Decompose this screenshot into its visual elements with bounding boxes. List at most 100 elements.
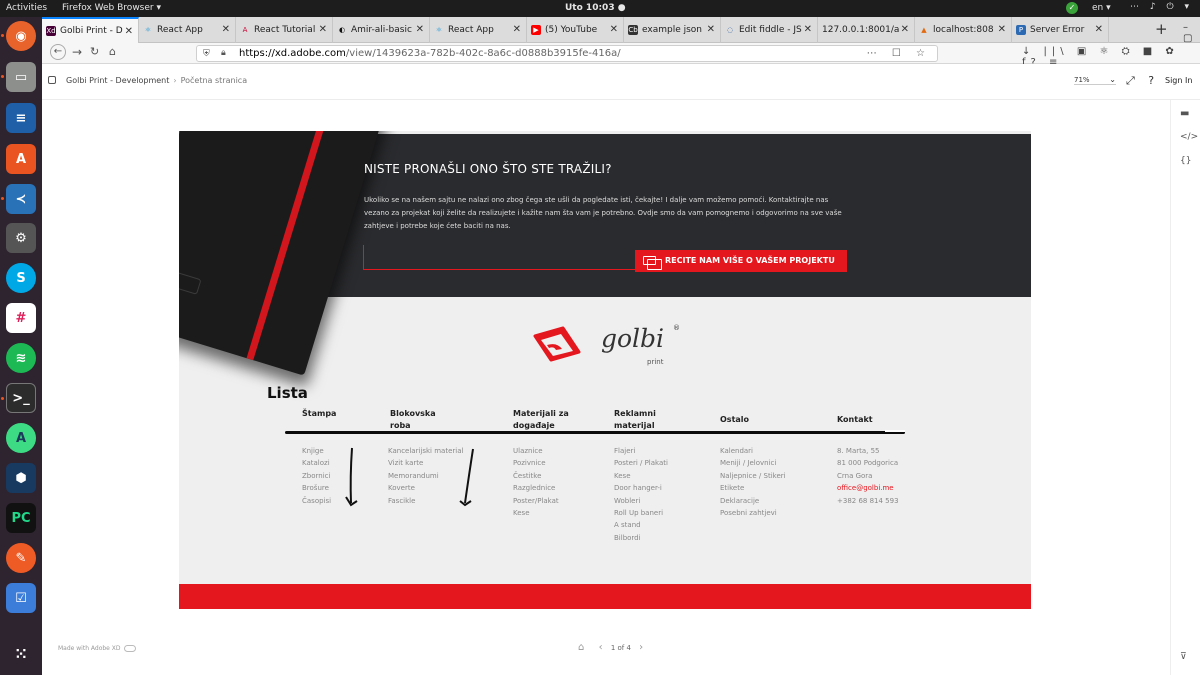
list-item[interactable]: Naljepnice / Stikeri <box>720 470 786 482</box>
brand-word: golbi <box>601 324 665 353</box>
list-item[interactable]: Meniji / Jelovnici <box>720 457 786 469</box>
home-icon[interactable]: ⌂ <box>578 642 584 653</box>
tab-local-8001[interactable]: 127.0.0.1:8001/a ✕ <box>818 17 915 43</box>
list-item[interactable]: Wobleri <box>614 495 668 507</box>
cta-button[interactable]: RECITE NAM VIŠE O VAŠEM PROJEKTU <box>635 250 847 272</box>
close-icon[interactable]: ✕ <box>610 24 618 35</box>
android-studio-icon[interactable]: A <box>6 423 36 453</box>
language-indicator[interactable]: en ▾ <box>1092 3 1111 13</box>
apps-grid-icon[interactable]: ⁙ <box>6 639 36 669</box>
lock-icon[interactable]: 🔒︎ <box>221 46 226 61</box>
list-item[interactable]: Posteri / Plakati <box>614 457 668 469</box>
files-icon[interactable]: ▭ <box>6 62 36 92</box>
list-item[interactable]: Kese <box>513 507 559 519</box>
tab-youtube[interactable]: ▶ (5) YouTube ✕ <box>527 17 624 43</box>
close-icon[interactable]: ✕ <box>1095 24 1103 35</box>
forward-button[interactable]: → <box>72 45 82 59</box>
list-item[interactable]: Deklaracije <box>720 495 786 507</box>
next-page-button[interactable]: › <box>639 642 643 653</box>
col-reklamni: Flajeri Posteri / Plakati Kese Door hang… <box>614 445 668 544</box>
system-menu[interactable]: ⋯ ♪ ⏻ ▾ <box>1130 2 1193 12</box>
list-item[interactable]: Bilbordi <box>614 532 668 544</box>
close-icon[interactable]: ✕ <box>998 24 1006 35</box>
new-tab-button[interactable]: + <box>1155 20 1168 38</box>
list-item[interactable]: Čestitke <box>513 470 559 482</box>
software-icon[interactable]: A <box>6 144 36 174</box>
update-tray-icon[interactable]: ✓ <box>1066 2 1078 14</box>
reload-button[interactable]: ↻ <box>90 45 99 58</box>
list-item[interactable]: Poster/Plakat <box>513 495 559 507</box>
prev-page-button[interactable]: ‹ <box>599 642 603 653</box>
list-item[interactable]: Flajeri <box>614 445 668 457</box>
list-item[interactable]: Katalozi <box>302 457 331 469</box>
tab-golbi[interactable]: Xd Golbi Print - D ✕ <box>42 17 139 43</box>
close-icon[interactable]: ✕ <box>222 24 230 35</box>
list-item[interactable]: Časopisi <box>302 495 331 507</box>
list-item[interactable]: Roll Up baneri <box>614 507 668 519</box>
list-item[interactable]: Kese <box>614 470 668 482</box>
close-icon[interactable]: ✕ <box>707 24 715 35</box>
tab-github[interactable]: ◐ Amir-ali-basic ✕ <box>333 17 430 43</box>
pycharm-icon[interactable]: PC <box>6 503 36 533</box>
list-item[interactable]: Vizit karte <box>388 457 463 469</box>
slack-icon[interactable]: # <box>6 303 36 333</box>
tab-jsfiddle[interactable]: ◌ Edit fiddle - JS ✕ <box>721 17 818 43</box>
terminal-icon[interactable]: >_ <box>6 383 36 413</box>
firefox-icon[interactable]: ◉ <box>6 21 36 51</box>
list-item[interactable]: Memorandumi <box>388 470 463 482</box>
react-icon: ⚛ <box>435 26 443 34</box>
made-with-xd: Made with Adobe XD <box>58 645 136 652</box>
clock[interactable]: Uto 10:03 ● <box>565 3 626 13</box>
list-item[interactable]: Ulaznice <box>513 445 559 457</box>
tab-react-app[interactable]: ⚛ React App ✕ <box>139 17 236 43</box>
settings-icon[interactable]: ⚙ <box>6 223 36 253</box>
vscode-icon[interactable]: ≺ <box>6 184 36 214</box>
close-icon[interactable]: ✕ <box>513 24 521 35</box>
comment-icon[interactable]: ▬ <box>1180 108 1189 119</box>
page-actions[interactable]: ⋯ ☐ ☆ <box>867 46 931 61</box>
list-item[interactable]: Door hanger-i <box>614 482 668 494</box>
list-item[interactable]: Knjige <box>302 445 331 457</box>
skype-icon[interactable]: S <box>6 263 36 293</box>
home-button[interactable]: ⌂ <box>109 45 116 58</box>
tasks-icon[interactable]: ☑ <box>6 583 36 613</box>
activities-button[interactable]: Activities <box>6 3 47 13</box>
list-item[interactable]: Posebni zahtjevi <box>720 507 786 519</box>
list-item[interactable]: Pozivnice <box>513 457 559 469</box>
close-icon[interactable]: ✕ <box>416 24 424 35</box>
list-item[interactable]: Fascikle <box>388 495 463 507</box>
sign-in-link[interactable]: Sign In <box>1165 76 1192 85</box>
close-icon[interactable]: ✕ <box>125 26 133 37</box>
tab-localhost-8080[interactable]: ▲ localhost:808 ✕ <box>915 17 1012 43</box>
list-item[interactable]: A stand <box>614 519 668 531</box>
list-item[interactable]: Razglednice <box>513 482 559 494</box>
zoom-select[interactable]: 71% ⌄ <box>1074 75 1116 85</box>
list-item[interactable]: Kancelarijski material <box>388 445 463 457</box>
postman-icon[interactable]: ✎ <box>6 543 36 573</box>
list-item[interactable]: Etikete <box>720 482 786 494</box>
close-icon[interactable]: ✕ <box>901 24 909 35</box>
back-button[interactable]: ← <box>50 44 66 60</box>
close-icon[interactable]: ✕ <box>319 24 327 35</box>
app-menu[interactable]: Firefox Web Browser ▾ <box>62 3 161 13</box>
pointer-icon[interactable]: ⊽ <box>1180 652 1187 662</box>
tab-example-json[interactable]: Cb example json ✕ <box>624 17 721 43</box>
contact-email-link[interactable]: office@golbi.me <box>837 482 899 494</box>
running-indicator <box>1 75 4 78</box>
writer-icon[interactable]: ≡ <box>6 103 36 133</box>
list-item[interactable]: Kalendari <box>720 445 786 457</box>
tab-react-app-2[interactable]: ⚛ React App ✕ <box>430 17 527 43</box>
list-item[interactable]: Koverte <box>388 482 463 494</box>
tab-server-error[interactable]: P Server Error ✕ <box>1012 17 1109 43</box>
spotify-icon[interactable]: ≋ <box>6 343 36 373</box>
list-item[interactable]: Zbornici <box>302 470 331 482</box>
close-icon[interactable]: ✕ <box>804 24 812 35</box>
xd-tools[interactable]: ⤢ ? <box>1126 74 1159 88</box>
tab-react-tutorial[interactable]: A React Tutorial ✕ <box>236 17 333 43</box>
shield-icon[interactable]: ⛨ <box>203 47 210 62</box>
braces-icon[interactable]: {} <box>1180 156 1191 166</box>
code-icon[interactable]: </> <box>1180 132 1198 142</box>
list-item[interactable]: Brošure <box>302 482 331 494</box>
virtualbox-icon[interactable]: ⬢ <box>6 463 36 493</box>
url-bar[interactable]: ⛨ 🔒︎ https://xd.adobe.com/view/1439623a-… <box>196 45 938 62</box>
